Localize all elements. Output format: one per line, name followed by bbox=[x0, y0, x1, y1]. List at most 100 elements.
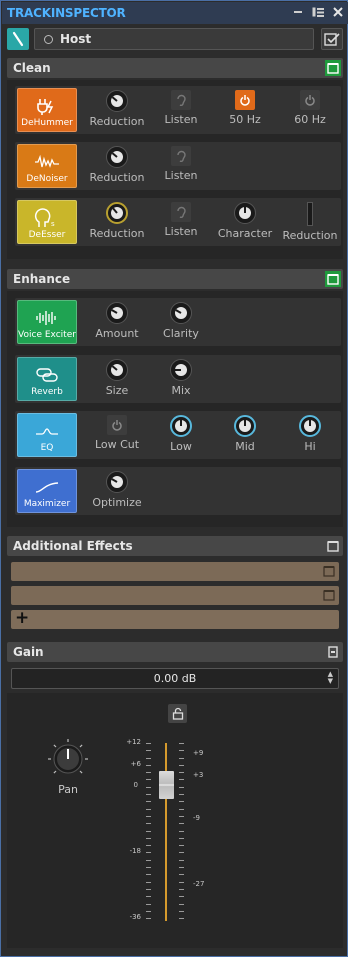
dehummer-label: DeHummer bbox=[21, 118, 73, 128]
window-title: TRACKINSPECTOR bbox=[7, 6, 126, 20]
section-header-enhance[interactable]: Enhance bbox=[7, 269, 343, 289]
ear-icon[interactable] bbox=[171, 90, 191, 110]
fader-tick bbox=[146, 889, 151, 890]
clarity-knob[interactable] bbox=[170, 302, 192, 324]
fader-tick bbox=[146, 860, 151, 861]
deesser-character-control[interactable]: Character bbox=[215, 202, 275, 242]
eq-button[interactable]: EQ bbox=[17, 413, 77, 457]
mix-knob[interactable] bbox=[170, 359, 192, 381]
fader-tick bbox=[179, 743, 184, 744]
track-type-icon[interactable] bbox=[7, 28, 29, 50]
deesser-character-knob[interactable] bbox=[234, 202, 256, 224]
voice-exciter-button[interactable]: Voice Exciter bbox=[17, 300, 77, 344]
slot-window-icon[interactable] bbox=[323, 565, 336, 578]
eq-low-cut-control[interactable]: Low Cut bbox=[87, 415, 147, 455]
reverb-icon bbox=[36, 368, 58, 382]
scale-label: +6 bbox=[130, 760, 141, 768]
size-knob[interactable] bbox=[106, 359, 128, 381]
section-toggle-icon[interactable] bbox=[325, 60, 341, 76]
scale-label: -27 bbox=[193, 880, 205, 888]
gain-area bbox=[7, 693, 343, 948]
eq-low-control[interactable]: Low bbox=[151, 415, 211, 455]
section-header-gain[interactable]: Gain bbox=[7, 642, 343, 662]
dehummer-reduction-knob[interactable] bbox=[106, 90, 128, 112]
fader-tick bbox=[179, 896, 184, 897]
reverb-size-control[interactable]: Size bbox=[87, 359, 147, 399]
ear-icon[interactable] bbox=[171, 146, 191, 166]
power-60hz-icon[interactable] bbox=[300, 90, 320, 110]
fader-tick bbox=[146, 882, 151, 883]
optimize-knob[interactable] bbox=[106, 471, 128, 493]
eq-hi-control[interactable]: Hi bbox=[280, 415, 340, 455]
effect-slot-1[interactable] bbox=[11, 562, 339, 581]
dehummer-50hz-control[interactable]: 50 Hz bbox=[215, 90, 275, 130]
dehummer-60hz-control[interactable]: 60 Hz bbox=[280, 90, 340, 130]
reverb-button[interactable]: Reverb bbox=[17, 357, 77, 401]
fader-tick bbox=[179, 823, 184, 824]
plus-icon[interactable]: + bbox=[15, 608, 29, 628]
section-collapse-icon[interactable] bbox=[325, 538, 341, 554]
denoiser-button[interactable]: DeNoiser bbox=[17, 144, 77, 188]
reverb-mix-control[interactable]: Mix bbox=[151, 359, 211, 399]
fader-tick bbox=[179, 779, 184, 780]
deesser-reduction-control[interactable]: Reduction bbox=[87, 202, 147, 242]
scale-label: -36 bbox=[129, 913, 141, 921]
eq-mid-control[interactable]: Mid bbox=[215, 415, 275, 455]
denoiser-listen-control[interactable]: Listen bbox=[151, 146, 211, 186]
maximizer-optimize-control[interactable]: Optimize bbox=[87, 471, 147, 511]
dehummer-listen-control[interactable]: Listen bbox=[151, 90, 211, 130]
gain-value: 0.00 dB bbox=[153, 672, 197, 685]
track-name: Host bbox=[60, 32, 92, 46]
add-effect-slot[interactable]: + bbox=[11, 608, 339, 629]
fader-tick bbox=[179, 889, 184, 890]
minimize-icon[interactable] bbox=[292, 5, 304, 19]
deesser-character-label: Character bbox=[217, 227, 273, 240]
deesser-listen-control[interactable]: Listen bbox=[151, 202, 211, 242]
scale-label: +12 bbox=[126, 738, 141, 746]
close-icon[interactable] bbox=[332, 5, 344, 19]
hi-knob[interactable] bbox=[299, 415, 321, 437]
enhance-body: Voice Exciter Amount Clarity Reverb Size bbox=[7, 291, 343, 527]
fader-tick bbox=[146, 816, 151, 817]
section-header-additional-effects[interactable]: Additional Effects bbox=[7, 536, 343, 556]
track-settings-button[interactable] bbox=[321, 28, 343, 50]
power-50hz-icon[interactable] bbox=[235, 90, 255, 110]
track-name-field[interactable]: Host bbox=[34, 28, 314, 50]
denoiser-reduction-control[interactable]: Reduction bbox=[87, 146, 147, 186]
voice-exciter-amount-control[interactable]: Amount bbox=[87, 302, 147, 342]
section-collapse-icon[interactable] bbox=[325, 644, 341, 660]
section-header-clean[interactable]: Clean bbox=[7, 58, 343, 78]
mid-knob[interactable] bbox=[234, 415, 256, 437]
amount-knob[interactable] bbox=[106, 302, 128, 324]
section-title-additional-effects: Additional Effects bbox=[13, 539, 133, 553]
low-cut-label: Low Cut bbox=[94, 438, 140, 451]
section-toggle-icon[interactable] bbox=[325, 271, 341, 287]
eq-label: EQ bbox=[40, 443, 54, 453]
maximizer-button[interactable]: Maximizer bbox=[17, 469, 77, 513]
dehummer-button[interactable]: DeHummer bbox=[17, 88, 77, 132]
checkbox-edit-icon bbox=[324, 33, 340, 46]
fader-tick bbox=[146, 823, 151, 824]
denoiser-reduction-knob[interactable] bbox=[106, 146, 128, 168]
pan-knob[interactable] bbox=[47, 738, 89, 780]
voice-exciter-clarity-control[interactable]: Clarity bbox=[151, 302, 211, 342]
mid-label: Mid bbox=[235, 440, 255, 453]
gain-fader-handle[interactable] bbox=[159, 771, 174, 799]
clean-body: DeHummer Reduction Listen 50 Hz 60 Hz De… bbox=[7, 80, 343, 259]
effect-slot-2[interactable] bbox=[11, 586, 339, 605]
low-knob[interactable] bbox=[170, 415, 192, 437]
lock-icon[interactable] bbox=[168, 704, 187, 723]
slot-window-icon[interactable] bbox=[323, 589, 336, 602]
fader-tick bbox=[146, 743, 151, 744]
gain-value-field[interactable]: 0.00 dB ▲ ▼ bbox=[11, 668, 339, 689]
deesser-reduction-knob[interactable] bbox=[106, 202, 128, 224]
dehummer-reduction-control[interactable]: Reduction bbox=[87, 90, 147, 130]
spin-arrows-icon[interactable]: ▲ ▼ bbox=[328, 671, 333, 685]
module-row-eq: EQ Low Cut Low Mid Hi bbox=[15, 411, 341, 459]
fader-tick bbox=[179, 852, 184, 853]
layout-icon[interactable] bbox=[312, 5, 324, 19]
deesser-button[interactable]: s DeEsser bbox=[17, 200, 77, 244]
fader-tick bbox=[179, 816, 184, 817]
ear-icon[interactable] bbox=[171, 202, 191, 222]
power-lowcut-icon[interactable] bbox=[107, 415, 127, 435]
